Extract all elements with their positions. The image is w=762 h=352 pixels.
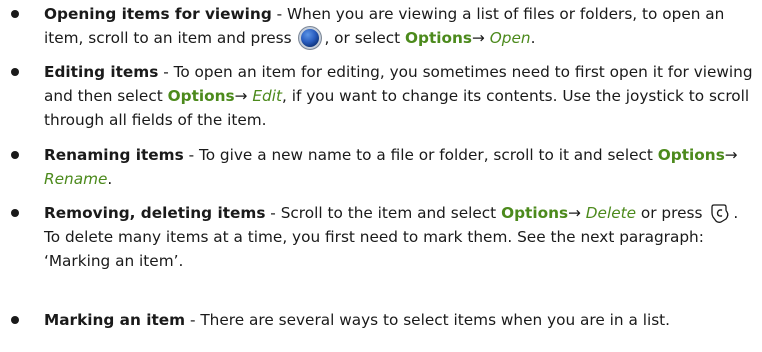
bullet-icon [11, 68, 19, 76]
options-keyword: Options [657, 146, 725, 164]
command-open: Open [489, 29, 531, 47]
separator: - [185, 311, 201, 329]
item-text: Scroll to the item and select [280, 204, 497, 222]
clear-key-icon [711, 204, 729, 223]
item-text: . [530, 29, 536, 47]
arrow-icon: → [568, 204, 581, 222]
list-item-renaming: Renaming items - To give a new name to a… [11, 143, 756, 191]
separator: - [183, 146, 199, 164]
separator: - [158, 63, 174, 81]
joystick-select-icon [299, 27, 322, 49]
item-text: or press [640, 204, 703, 222]
list-item-opening: Opening items for viewing - When you are… [11, 2, 756, 50]
command-edit: Edit [252, 87, 282, 105]
item-text: . [107, 170, 113, 188]
arrow-icon: → [724, 146, 738, 164]
bullet-icon [11, 209, 19, 217]
item-term: Renaming items [44, 146, 184, 164]
command-rename: Rename [44, 170, 108, 188]
item-text: There are several ways to select items w… [200, 311, 671, 329]
arrow-icon: → [234, 87, 248, 105]
item-term: Editing items [44, 63, 159, 81]
options-keyword: Options [501, 204, 569, 222]
item-term: Removing, deleting items [44, 204, 266, 222]
separator: - [265, 204, 281, 222]
bullet-icon [11, 10, 19, 18]
options-keyword: Options [167, 87, 235, 105]
item-text: To give a new name to a file or folder, … [198, 146, 653, 164]
bullet-icon [11, 316, 19, 324]
bullet-icon [11, 151, 19, 159]
separator: - [271, 5, 288, 23]
arrow-icon: → [472, 29, 485, 47]
item-term: Marking an item [44, 311, 186, 329]
list-item-marking: Marking an item - There are several ways… [11, 308, 756, 332]
item-term: Opening items for viewing [44, 5, 272, 23]
list-item-removing: Removing, deleting items - Scroll to the… [11, 201, 756, 273]
options-keyword: Options [405, 29, 473, 47]
item-text: , or select [324, 29, 401, 47]
manual-page: Opening items for viewing - When you are… [0, 0, 762, 352]
command-delete: Delete [585, 204, 637, 222]
list-item-editing: Editing items - To open an item for edit… [11, 60, 756, 132]
